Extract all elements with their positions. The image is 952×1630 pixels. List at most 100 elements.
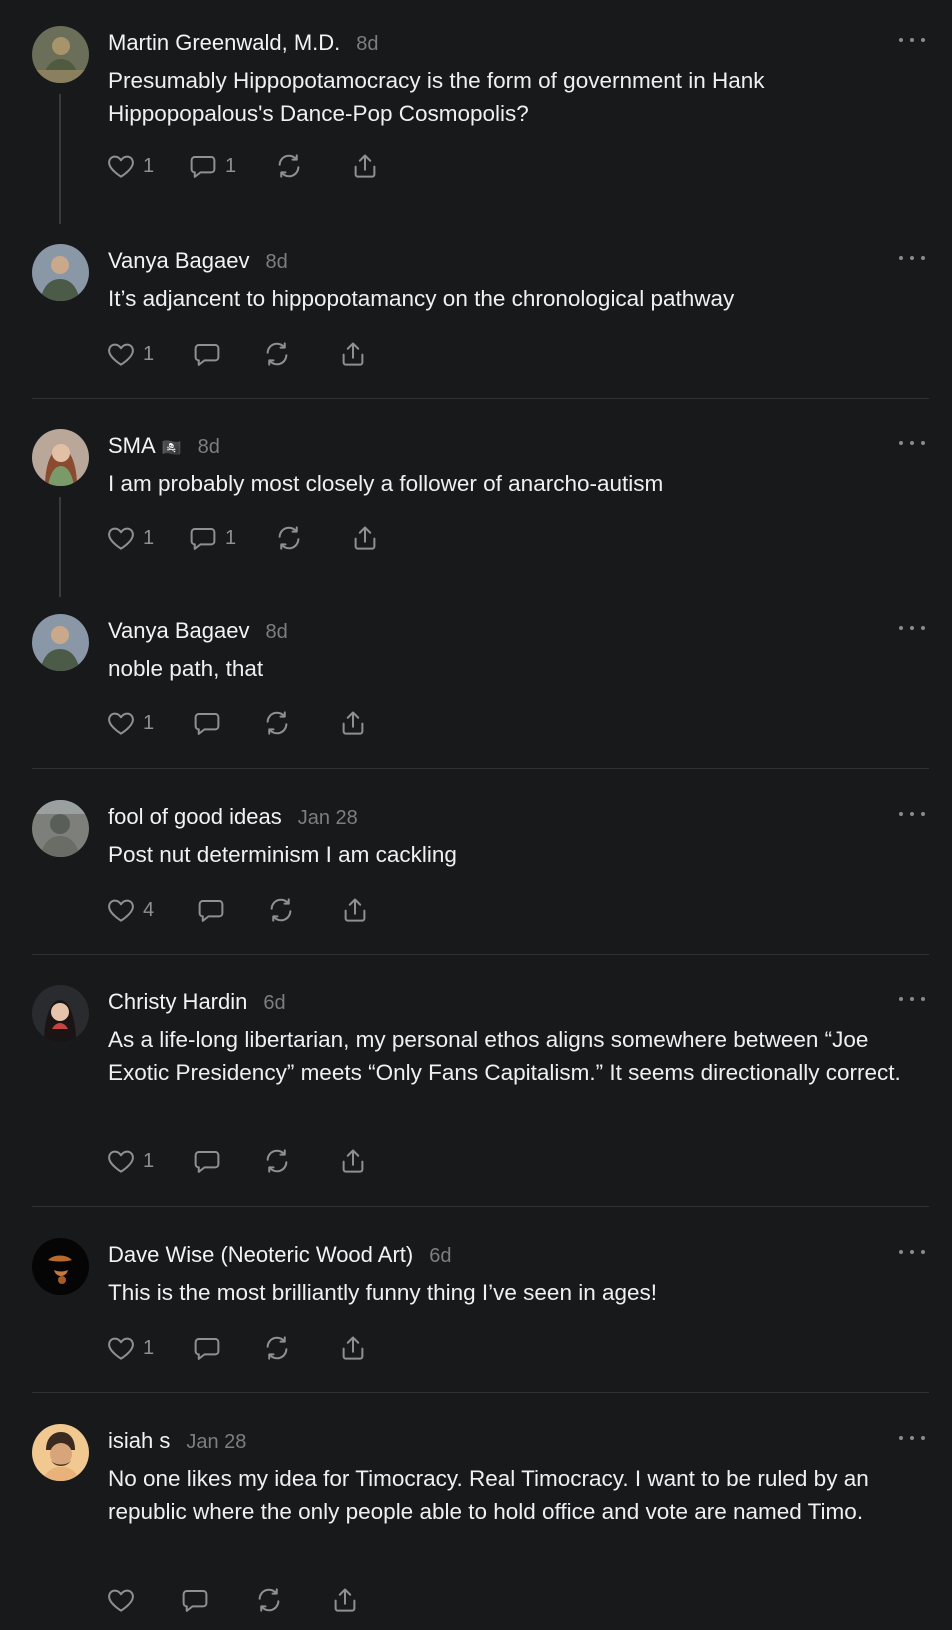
reply-button[interactable] xyxy=(192,339,222,369)
restack-button[interactable] xyxy=(274,523,304,553)
thread-line xyxy=(59,94,61,224)
share-icon xyxy=(340,895,370,925)
more-icon[interactable] xyxy=(899,1242,925,1262)
author-name[interactable]: isiah s xyxy=(108,1428,170,1454)
like-button[interactable]: 1 xyxy=(106,523,154,553)
comment-item: isiah s Jan 28 No one likes my idea for … xyxy=(32,1424,929,1624)
heart-icon xyxy=(106,1333,136,1363)
avatar[interactable] xyxy=(32,800,89,857)
like-button[interactable]: 1 xyxy=(106,1146,154,1176)
reply-button[interactable] xyxy=(192,1333,222,1363)
avatar[interactable] xyxy=(32,985,89,1042)
like-button[interactable]: 4 xyxy=(106,895,154,925)
share-icon xyxy=(350,523,380,553)
comment-item: Vanya Bagaev 8d noble path, that 1 xyxy=(32,614,929,744)
comment-text: Post nut determinism I am cackling xyxy=(108,842,457,867)
like-button[interactable]: 1 xyxy=(106,708,154,738)
author-name[interactable]: fool of good ideas xyxy=(108,804,282,830)
like-count: 1 xyxy=(143,1149,155,1172)
share-button[interactable] xyxy=(338,1146,368,1176)
divider xyxy=(32,768,929,769)
restack-button[interactable] xyxy=(266,895,296,925)
more-icon[interactable] xyxy=(899,804,925,824)
author-name[interactable]: Martin Greenwald, M.D. xyxy=(108,30,340,56)
more-icon[interactable] xyxy=(899,248,925,268)
restack-button[interactable] xyxy=(274,151,304,181)
reply-button[interactable] xyxy=(192,1146,222,1176)
share-button[interactable] xyxy=(350,151,380,181)
author-name[interactable]: Dave Wise (Neoteric Wood Art) xyxy=(108,1242,413,1268)
comment-item: Vanya Bagaev 8d It’s adjancent to hippop… xyxy=(32,244,929,374)
reply-button[interactable] xyxy=(180,1585,210,1615)
comment-text: It’s adjancent to hippopotamancy on the … xyxy=(108,286,735,311)
share-button[interactable] xyxy=(338,708,368,738)
like-count: 1 xyxy=(143,342,155,365)
timestamp[interactable]: Jan 28 xyxy=(186,1431,246,1454)
share-button[interactable] xyxy=(350,523,380,553)
reply-button[interactable] xyxy=(192,708,222,738)
comment-item: Martin Greenwald, M.D. 8d Presumably Hip… xyxy=(32,26,929,224)
author-name[interactable]: SMA xyxy=(108,433,156,459)
like-button[interactable]: 1 xyxy=(106,151,154,181)
reply-button[interactable]: 1 xyxy=(188,151,236,181)
more-icon[interactable] xyxy=(899,618,925,638)
restack-icon xyxy=(262,1146,292,1176)
timestamp[interactable]: 8d xyxy=(356,33,378,56)
author-name[interactable]: Vanya Bagaev xyxy=(108,248,249,274)
avatar[interactable] xyxy=(32,26,89,83)
timestamp[interactable]: 6d xyxy=(429,1245,451,1268)
more-icon[interactable] xyxy=(899,433,925,453)
restack-icon xyxy=(266,895,296,925)
share-icon xyxy=(350,151,380,181)
comment-text: Presumably Hippopotamocracy is the form … xyxy=(108,68,765,126)
comment-item: Christy Hardin 6d As a life-long liberta… xyxy=(32,985,929,1180)
reply-button[interactable]: 1 xyxy=(188,523,236,553)
more-icon[interactable] xyxy=(899,1428,925,1448)
share-icon xyxy=(338,1333,368,1363)
avatar[interactable] xyxy=(32,244,89,301)
timestamp[interactable]: 8d xyxy=(198,436,220,459)
comment-icon xyxy=(192,1333,222,1363)
timestamp[interactable]: 8d xyxy=(265,251,287,274)
comment-text: No one likes my idea for Timocracy. Real… xyxy=(108,1466,869,1524)
timestamp[interactable]: 6d xyxy=(263,992,285,1015)
comment-item: SMA 🏴‍☠️ 8d I am probably most closely a… xyxy=(32,429,929,599)
timestamp[interactable]: Jan 28 xyxy=(298,807,358,830)
like-count: 1 xyxy=(143,1336,155,1359)
avatar[interactable] xyxy=(32,1424,89,1481)
share-icon xyxy=(338,1146,368,1176)
reply-count: 1 xyxy=(225,526,237,549)
like-button[interactable] xyxy=(106,1585,136,1615)
comment-icon xyxy=(192,708,222,738)
share-button[interactable] xyxy=(340,895,370,925)
restack-button[interactable] xyxy=(254,1585,284,1615)
restack-icon xyxy=(262,339,292,369)
share-button[interactable] xyxy=(330,1585,360,1615)
share-button[interactable] xyxy=(338,339,368,369)
like-button[interactable]: 1 xyxy=(106,339,154,369)
comment-icon xyxy=(192,339,222,369)
author-name[interactable]: Christy Hardin xyxy=(108,989,247,1015)
restack-icon xyxy=(274,523,304,553)
restack-button[interactable] xyxy=(262,708,292,738)
author-name[interactable]: Vanya Bagaev xyxy=(108,618,249,644)
reply-button[interactable] xyxy=(196,895,226,925)
avatar[interactable] xyxy=(32,429,89,486)
share-button[interactable] xyxy=(338,1333,368,1363)
avatar[interactable] xyxy=(32,1238,89,1295)
avatar[interactable] xyxy=(32,614,89,671)
comment-text: This is the most brilliantly funny thing… xyxy=(108,1280,658,1305)
comment-item: Dave Wise (Neoteric Wood Art) 6d This is… xyxy=(32,1238,929,1368)
timestamp[interactable]: 8d xyxy=(265,621,287,644)
restack-icon xyxy=(274,151,304,181)
restack-button[interactable] xyxy=(262,1333,292,1363)
restack-button[interactable] xyxy=(262,1146,292,1176)
restack-button[interactable] xyxy=(262,339,292,369)
more-icon[interactable] xyxy=(899,989,925,1009)
heart-icon xyxy=(106,151,136,181)
divider xyxy=(32,954,929,955)
divider xyxy=(32,1392,929,1393)
restack-icon xyxy=(254,1585,284,1615)
more-icon[interactable] xyxy=(899,30,925,50)
like-button[interactable]: 1 xyxy=(106,1333,154,1363)
